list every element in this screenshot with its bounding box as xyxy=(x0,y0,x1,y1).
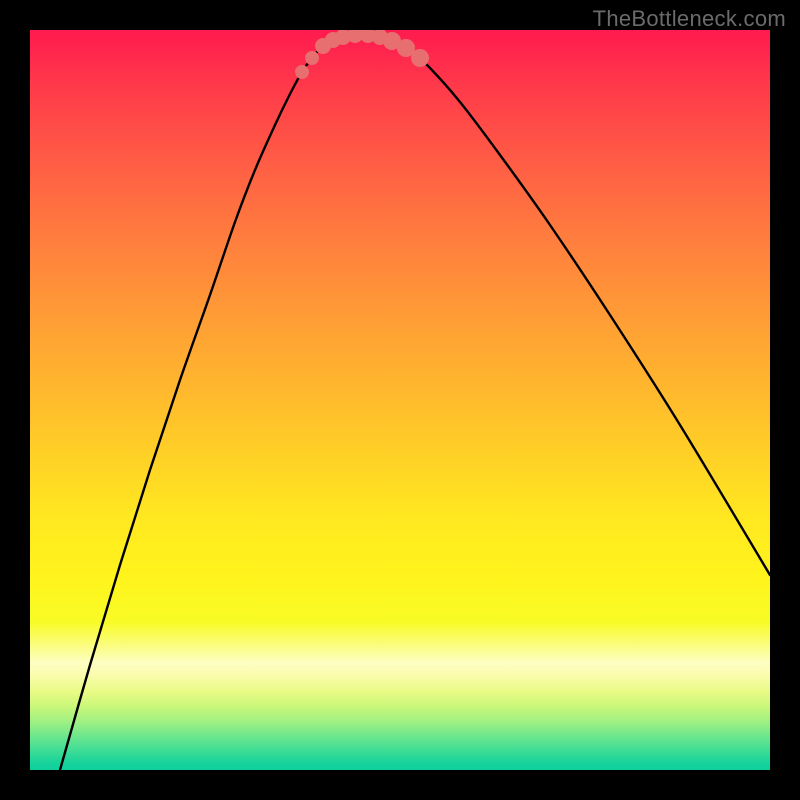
highlighted-point xyxy=(411,49,429,67)
highlighted-point xyxy=(305,51,319,65)
watermark-text: TheBottleneck.com xyxy=(593,6,786,32)
bottleneck-curve-line xyxy=(60,35,770,771)
highlighted-point xyxy=(295,65,309,79)
bottleneck-chart-svg xyxy=(30,30,770,770)
chart-plot-area xyxy=(30,30,770,770)
highlighted-points-group xyxy=(295,30,429,79)
